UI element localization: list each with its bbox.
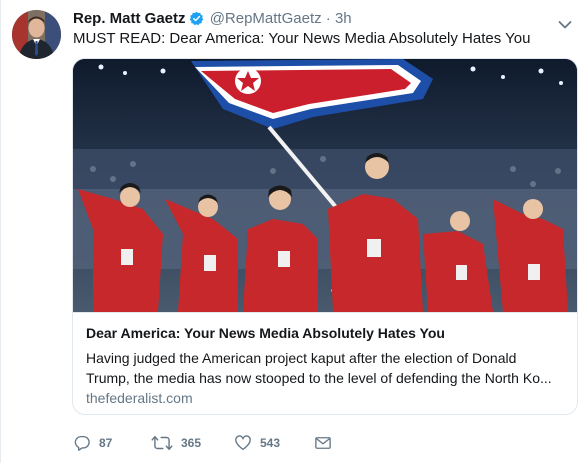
link-card[interactable]: Dear America: Your News Media Absolutely…	[72, 58, 578, 415]
tweet[interactable]: Rep. Matt Gaetz @RepMattGaetz · 3h MUST …	[0, 0, 587, 463]
avatar[interactable]	[12, 10, 61, 59]
tweet-header: Rep. Matt Gaetz @RepMattGaetz · 3h	[73, 9, 352, 29]
card-description-line: Having judged the American project kaput…	[86, 350, 517, 366]
card-title[interactable]: Dear America: Your News Media Absolutely…	[86, 323, 445, 343]
card-description-line: Trump, the media has now stooped to the …	[86, 370, 552, 386]
card-body[interactable]: Dear America: Your News Media Absolutely…	[73, 312, 577, 414]
card-description: Having judged the American project kaput…	[86, 348, 570, 388]
envelope-icon	[314, 434, 332, 452]
reply-count: 87	[99, 436, 113, 450]
like-button[interactable]: 543	[234, 432, 280, 454]
separator-dot: ·	[325, 10, 331, 27]
retweet-count: 365	[181, 436, 202, 450]
heart-icon	[234, 434, 252, 452]
reply-icon	[73, 434, 91, 452]
like-count: 543	[260, 436, 281, 450]
tweet-timestamp[interactable]: 3h	[335, 10, 352, 27]
chevron-down-icon[interactable]	[558, 17, 572, 29]
retweet-button[interactable]: 365	[151, 432, 201, 454]
reply-button[interactable]: 87	[73, 432, 112, 454]
tweet-text: MUST READ: Dear America: Your News Media…	[73, 30, 531, 47]
card-domain[interactable]: thefederalist.com	[86, 389, 193, 407]
author-handle[interactable]: @RepMattGaetz	[210, 10, 322, 27]
author-name[interactable]: Rep. Matt Gaetz	[73, 10, 186, 27]
retweet-icon	[151, 434, 173, 452]
card-image[interactable]	[73, 59, 577, 312]
direct-message-button[interactable]	[314, 432, 332, 454]
